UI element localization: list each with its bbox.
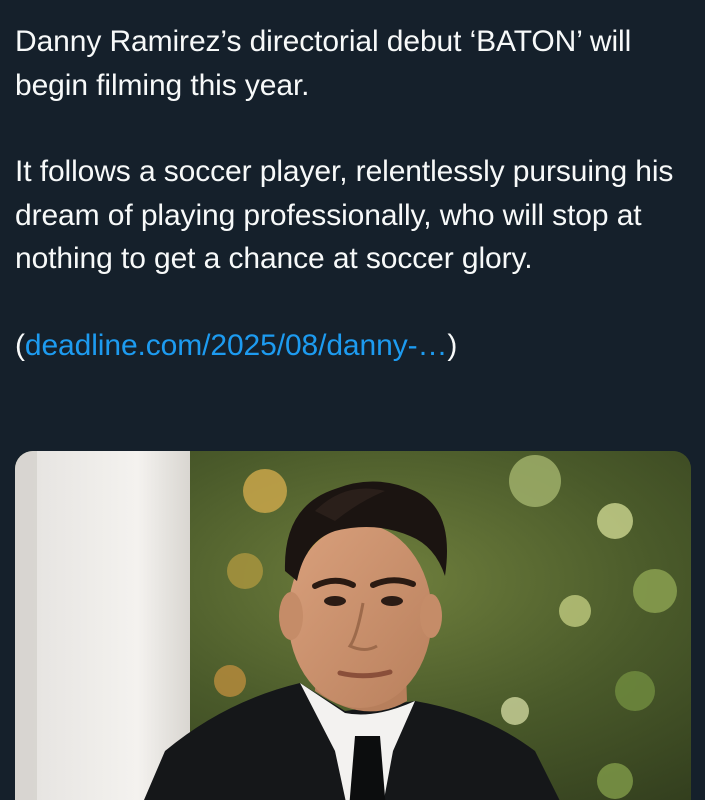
tweet-link-line: (deadline.com/2025/08/danny-…) [15,324,685,368]
tweet-text: Danny Ramirez’s directorial debut ‘BATON… [15,20,685,367]
tweet-paragraph-1: Danny Ramirez’s directorial debut ‘BATON… [15,25,632,102]
tweet: Danny Ramirez’s directorial debut ‘BATON… [0,0,705,800]
photo-illustration [15,451,691,800]
link-close-paren: ) [447,328,458,362]
tweet-photo[interactable] [15,451,691,800]
tweet-paragraph-2: It follows a soccer player, relentlessly… [15,155,674,275]
link-open-paren: ( [15,328,25,362]
white-pillar [15,451,190,800]
article-link[interactable]: deadline.com/2025/08/danny-… [25,329,448,362]
